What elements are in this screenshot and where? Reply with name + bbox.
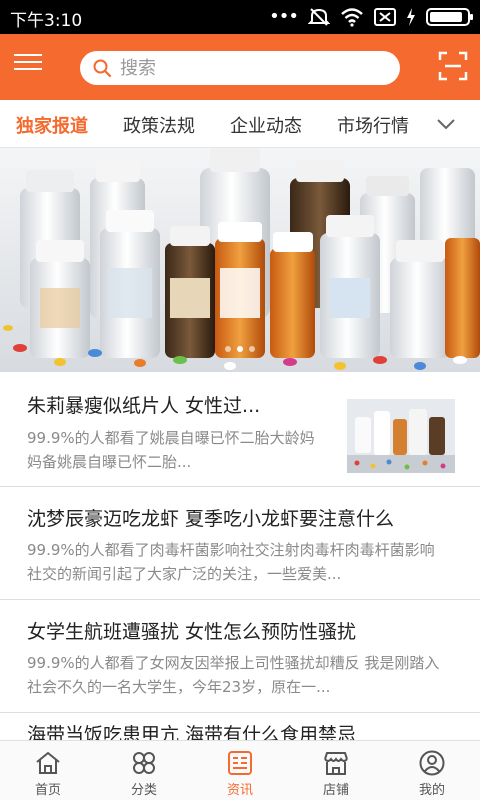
charging-icon — [407, 8, 415, 26]
news-item[interactable]: 女学生航班遭骚扰 女性怎么预防性骚扰 99.9%的人都看了女网友因举报上司性骚扰… — [0, 600, 480, 713]
search-input[interactable] — [120, 55, 380, 81]
carousel-dot[interactable] — [249, 346, 255, 352]
menu-button[interactable] — [14, 52, 42, 80]
tab-company-news[interactable]: 企业动态 — [230, 112, 302, 138]
profile-icon — [419, 750, 445, 776]
search-icon — [93, 59, 112, 78]
news-summary: 99.9%的人都看了姚晨自曝已怀二胎大龄妈妈备姚晨自曝已怀二胎... — [27, 429, 315, 471]
nav-label: 资讯 — [226, 783, 253, 798]
category-icon — [133, 752, 155, 774]
bottom-navigation: 首页 分类 资讯 店铺 我的 — [0, 740, 480, 800]
no-sim-icon — [374, 8, 396, 26]
nav-label: 首页 — [34, 783, 61, 798]
carousel-dot[interactable] — [237, 346, 243, 352]
nav-label: 我的 — [418, 783, 445, 798]
status-bar: 下午3:10 ••• — [0, 0, 480, 34]
nav-label: 分类 — [130, 783, 157, 798]
menu-bar — [14, 61, 42, 63]
carousel-dot[interactable] — [225, 346, 231, 352]
news-icon — [228, 751, 252, 775]
chevron-down-icon[interactable] — [434, 112, 458, 136]
news-title: 朱莉暴瘦似纸片人 女性过... — [27, 395, 261, 417]
news-title: 沈梦辰豪迈吃龙虾 夏季吃小龙虾要注意什么 — [27, 508, 395, 530]
tab-exclusive-reports[interactable]: 独家报道 — [16, 112, 88, 138]
category-tabs: 独家报道 政策法规 企业动态 市场行情 — [0, 100, 480, 148]
menu-bar — [14, 68, 42, 70]
news-title: 海带当饭吃患甲亢 海带有什么食用禁忌 — [27, 724, 357, 740]
nav-store[interactable]: 店铺 — [288, 741, 384, 800]
nav-profile[interactable]: 我的 — [384, 741, 480, 800]
status-icons: ••• — [269, 6, 473, 28]
nav-label: 店铺 — [322, 783, 349, 798]
home-icon — [36, 751, 60, 774]
store-icon — [324, 752, 348, 775]
status-time: 下午3:10 — [10, 11, 83, 31]
news-thumbnail — [347, 399, 455, 473]
wifi-icon — [341, 8, 363, 27]
nav-news[interactable]: 资讯 — [192, 741, 288, 800]
news-summary: 99.9%的人都看了肉毒杆菌影响社交注射肉毒杆肉毒杆菌影响社交的新闻引起了大家广… — [27, 541, 435, 583]
scan-icon[interactable] — [438, 51, 468, 81]
banner-image — [0, 148, 480, 372]
news-item[interactable]: 朱莉暴瘦似纸片人 女性过... 99.9%的人都看了姚晨自曝已怀二胎大龄妈妈备姚… — [0, 372, 480, 487]
news-item[interactable]: 沈梦辰豪迈吃龙虾 夏季吃小龙虾要注意什么 99.9%的人都看了肉毒杆菌影响社交注… — [0, 487, 480, 600]
news-title: 女学生航班遭骚扰 女性怎么预防性骚扰 — [27, 621, 357, 643]
app-header — [0, 34, 480, 100]
menu-bar — [14, 54, 42, 56]
tab-policies-regulations[interactable]: 政策法规 — [123, 112, 195, 138]
news-summary: 99.9%的人都看了女网友因举报上司性骚扰却糟反 我是刚踏入社会不久的一名大学生… — [27, 654, 440, 696]
mute-icon — [308, 8, 330, 26]
battery-icon — [426, 8, 473, 26]
carousel-dots — [0, 346, 480, 352]
search-bar[interactable] — [80, 51, 400, 85]
tab-market-trends[interactable]: 市场行情 — [337, 112, 409, 138]
battery-level — [430, 12, 462, 22]
nav-category[interactable]: 分类 — [96, 741, 192, 800]
nav-home[interactable]: 首页 — [0, 741, 96, 800]
news-item[interactable]: 海带当饭吃患甲亢 海带有什么食用禁忌 — [0, 713, 480, 740]
more-dots-icon: ••• — [269, 6, 299, 27]
banner-carousel[interactable] — [0, 148, 480, 372]
